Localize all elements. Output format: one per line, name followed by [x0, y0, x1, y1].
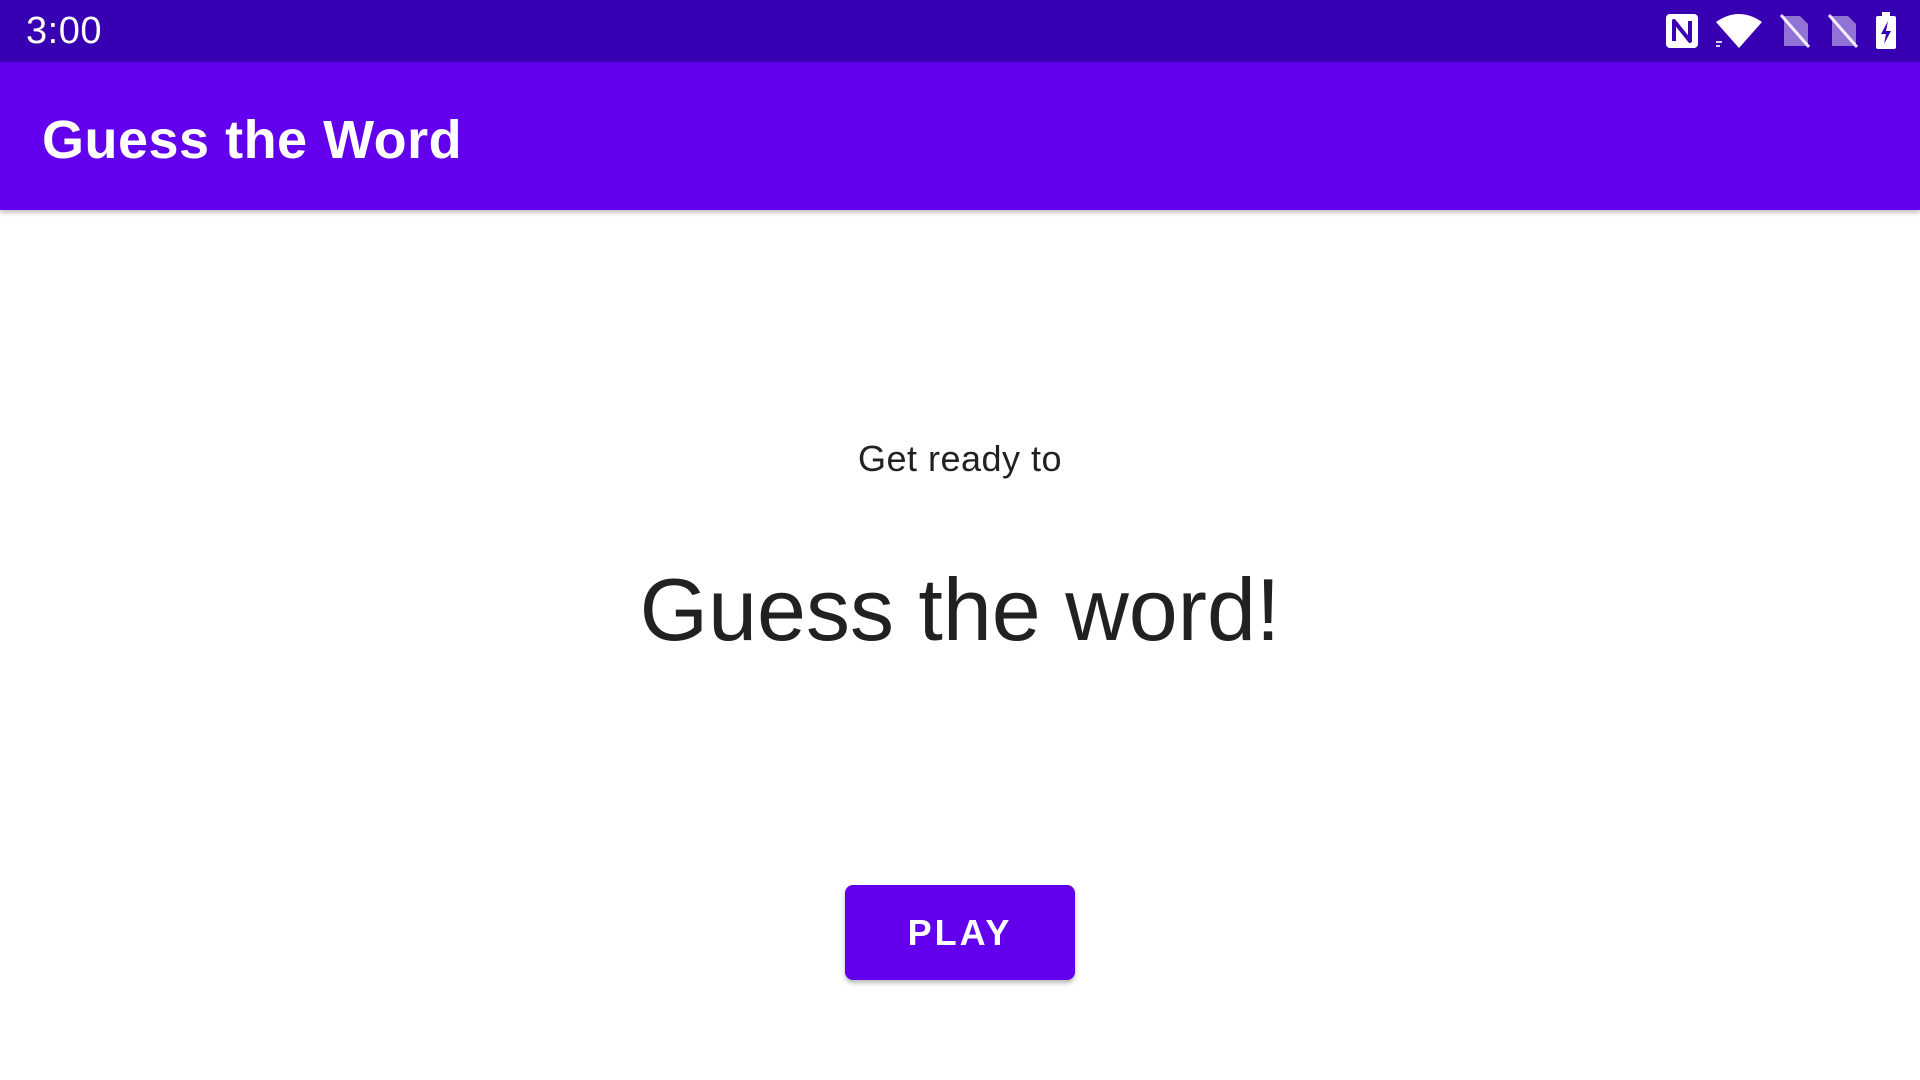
- app-title: Guess the Word: [42, 110, 463, 170]
- screen: 3:00 Guess the Word Get ready to Guess t…: [0, 0, 1920, 1080]
- status-bar: 3:00: [0, 0, 1920, 62]
- nfc-icon: [1664, 12, 1700, 50]
- no-sim-icon: [1826, 12, 1860, 50]
- title-screen: Get ready to Guess the word! PLAY: [0, 210, 1920, 1080]
- battery-charging-icon: [1874, 12, 1898, 50]
- status-icons: [1664, 12, 1898, 50]
- wifi-icon: [1714, 12, 1764, 50]
- app-bar: Guess the Word: [0, 62, 1920, 210]
- subtitle-text: Get ready to: [857, 438, 1063, 479]
- play-button[interactable]: PLAY: [845, 885, 1075, 980]
- headline-text: Guess the word!: [639, 560, 1281, 659]
- no-sim-icon: [1778, 12, 1812, 50]
- status-time: 3:00: [26, 10, 102, 52]
